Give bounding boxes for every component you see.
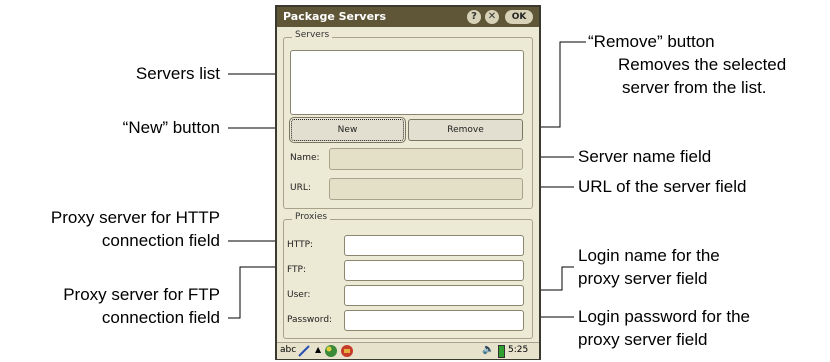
callout-login-pass-line1: Login password for the bbox=[578, 307, 750, 326]
package-servers-window: Package Servers ? ✕ OK Servers New Remov… bbox=[275, 5, 541, 360]
callout-proxy-ftp-line1: Proxy server for FTP bbox=[63, 285, 220, 304]
callout-login-pass-line2: proxy server field bbox=[578, 330, 708, 349]
callout-remove-button: “Remove” button bbox=[588, 32, 715, 51]
ok-button[interactable]: OK bbox=[505, 10, 533, 24]
server-url-field[interactable] bbox=[329, 178, 523, 200]
callout-login-name-line2: proxy server field bbox=[578, 269, 708, 288]
password-label: Password: bbox=[287, 315, 333, 325]
remove-button[interactable]: Remove bbox=[408, 119, 523, 141]
status-bar: abc ▲ 🔈 5:25 bbox=[277, 342, 539, 359]
callout-login-name-line1: Login name for the bbox=[578, 246, 720, 265]
url-label: URL: bbox=[290, 183, 311, 193]
speaker-icon[interactable]: 🔈 bbox=[482, 344, 494, 355]
http-label: HTTP: bbox=[287, 240, 314, 250]
servers-group-legend: Servers bbox=[292, 30, 333, 40]
ftp-proxy-field[interactable] bbox=[344, 260, 524, 281]
server-name-field[interactable] bbox=[329, 148, 523, 170]
callout-proxy-ftp-line2: connection field bbox=[101, 308, 220, 327]
callout-servers-list: Servers list bbox=[135, 64, 220, 83]
globe-icon[interactable] bbox=[324, 344, 338, 358]
ftp-label: FTP: bbox=[287, 265, 306, 275]
proxy-user-field[interactable] bbox=[344, 285, 524, 306]
triangle-up-icon[interactable]: ▲ bbox=[315, 345, 321, 354]
user-label: User: bbox=[287, 290, 311, 300]
help-icon[interactable]: ? bbox=[467, 10, 481, 24]
name-label: Name: bbox=[290, 153, 320, 163]
input-mode-indicator[interactable]: abc bbox=[280, 345, 296, 355]
callout-remove-desc-line1: Removes the selected bbox=[618, 55, 787, 74]
window-title: Package Servers bbox=[283, 10, 387, 23]
callout-new-button: “New” button bbox=[122, 118, 220, 137]
callout-proxy-http-line2: connection field bbox=[101, 231, 220, 250]
shield-icon[interactable] bbox=[340, 344, 354, 358]
pen-icon[interactable] bbox=[297, 344, 311, 358]
callout-proxy-http-line1: Proxy server for HTTP bbox=[50, 208, 220, 227]
close-icon[interactable]: ✕ bbox=[485, 10, 499, 24]
callout-server-url: URL of the server field bbox=[578, 177, 747, 196]
proxies-group-legend: Proxies bbox=[292, 212, 331, 222]
battery-icon[interactable] bbox=[498, 345, 505, 358]
clock[interactable]: 5:25 bbox=[508, 345, 528, 355]
servers-list[interactable] bbox=[290, 50, 524, 115]
callout-server-name: Server name field bbox=[578, 147, 712, 166]
title-bar: Package Servers ? ✕ OK bbox=[277, 7, 539, 27]
new-button[interactable]: New bbox=[289, 117, 406, 143]
callout-remove-desc-line2: server from the list. bbox=[622, 78, 767, 97]
proxy-password-field[interactable] bbox=[344, 310, 524, 331]
http-proxy-field[interactable] bbox=[344, 235, 524, 256]
